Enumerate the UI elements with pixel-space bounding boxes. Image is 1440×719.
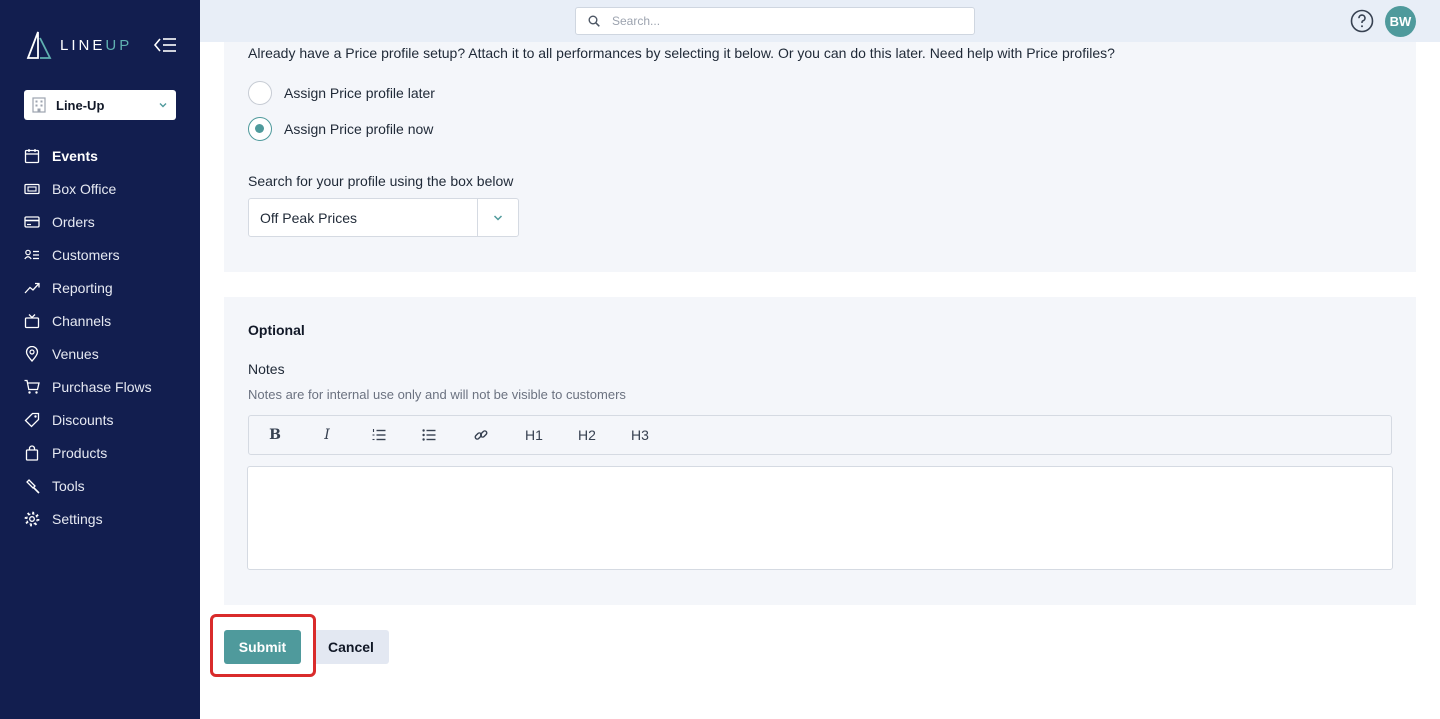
nav-item-discounts[interactable]: Discounts (0, 403, 200, 436)
nav-label: Customers (52, 246, 120, 263)
hammer-icon (26, 478, 40, 494)
nav-item-box-office[interactable]: Box Office (0, 172, 200, 205)
building-icon (32, 97, 46, 113)
nav-item-products[interactable]: Products (0, 436, 200, 469)
nav-item-tools[interactable]: Tools (0, 469, 200, 502)
brand-logo[interactable]: LINEUP (24, 30, 132, 60)
nav-item-venues[interactable]: Venues (0, 337, 200, 370)
nav-label: Settings (52, 510, 103, 527)
ordered-list-icon (372, 429, 386, 441)
dropdown-toggle[interactable] (477, 199, 518, 236)
gear-icon (24, 511, 40, 526)
trend-icon (24, 282, 40, 293)
notes-editor[interactable] (247, 466, 1393, 570)
nav-label: Tools (52, 477, 85, 494)
nav-item-channels[interactable]: Channels (0, 304, 200, 337)
avatar[interactable]: BW (1385, 6, 1416, 37)
search-icon (588, 15, 600, 27)
nav-label: Purchase Flows (52, 378, 152, 395)
nav-item-purchase-flows[interactable]: Purchase Flows (0, 370, 200, 403)
nav-label: Events (52, 147, 98, 164)
link-button[interactable] (469, 416, 493, 454)
optional-panel: Optional Notes Notes are for internal us… (224, 297, 1416, 605)
calendar-icon (24, 148, 40, 163)
nav-label: Discounts (52, 411, 114, 428)
nav-label: Box Office (52, 180, 117, 197)
nav-label: Reporting (52, 279, 113, 296)
submit-button[interactable]: Submit (224, 630, 301, 664)
profile-search-label: Search for your profile using the box be… (248, 173, 514, 189)
nav-label: Products (52, 444, 108, 461)
global-search[interactable] (575, 7, 975, 35)
section-title: Optional (248, 322, 305, 338)
logo-text: LINEUP (60, 36, 133, 54)
heading-3-button[interactable]: H3 (625, 416, 655, 454)
organization-label: Line-Up (56, 97, 105, 113)
contacts-icon (24, 249, 39, 259)
nav-label: Channels (52, 312, 112, 329)
map-pin-icon (25, 345, 39, 362)
notes-label: Notes (248, 361, 285, 377)
price-profile-panel: Already have a Price profile setup? Atta… (224, 42, 1416, 272)
radio-assign-later[interactable]: Assign Price profile later (248, 81, 435, 105)
ticket-icon (24, 183, 40, 194)
nav-label: Orders (52, 213, 95, 230)
radio-label: Assign Price profile now (284, 121, 434, 137)
radio-button[interactable] (248, 81, 272, 105)
nav-item-customers[interactable]: Customers (0, 238, 200, 271)
editor-toolbar: B I H1 H2 H3 (248, 415, 1392, 455)
sidebar: LINEUP Line-Up Events Box Office Orders … (0, 0, 200, 719)
nav-label: Venues (52, 345, 99, 362)
main-nav: Events Box Office Orders Customers Repor… (0, 139, 200, 535)
bullet-list-button[interactable] (417, 416, 441, 454)
organization-select[interactable]: Line-Up (24, 90, 176, 120)
heading-2-button[interactable]: H2 (572, 416, 602, 454)
price-profile-select[interactable]: Off Peak Prices (248, 198, 519, 237)
nav-item-events[interactable]: Events (0, 139, 200, 172)
selected-profile: Off Peak Prices (260, 209, 358, 226)
bold-button[interactable]: B (265, 416, 285, 454)
chevron-down-icon (493, 214, 503, 221)
collapse-sidebar-icon[interactable] (152, 36, 178, 54)
top-bar: BW (200, 0, 1440, 42)
help-icon[interactable] (1350, 9, 1374, 33)
bullet-list-icon (422, 429, 436, 441)
nav-item-orders[interactable]: Orders (0, 205, 200, 238)
nav-item-settings[interactable]: Settings (0, 502, 200, 535)
cart-icon (24, 379, 40, 394)
credit-card-icon (24, 215, 40, 228)
search-input[interactable] (612, 14, 952, 28)
notes-help-text: Notes are for internal use only and will… (248, 387, 626, 402)
tag-icon (24, 412, 40, 427)
main-content: Already have a Price profile setup? Atta… (200, 42, 1440, 719)
heading-1-button[interactable]: H1 (519, 416, 549, 454)
bag-icon (25, 444, 39, 461)
price-profile-intro: Already have a Price profile setup? Atta… (248, 45, 1115, 61)
chevron-down-icon (159, 103, 167, 108)
link-icon (474, 430, 488, 440)
italic-button[interactable]: I (317, 416, 337, 454)
radio-label: Assign Price profile later (284, 85, 435, 101)
nav-item-reporting[interactable]: Reporting (0, 271, 200, 304)
tv-icon (24, 313, 40, 328)
radio-button-checked[interactable] (248, 117, 272, 141)
ordered-list-button[interactable] (367, 416, 391, 454)
radio-assign-now[interactable]: Assign Price profile now (248, 117, 433, 141)
cancel-button[interactable]: Cancel (313, 630, 389, 664)
logo-mark-icon (26, 31, 52, 59)
